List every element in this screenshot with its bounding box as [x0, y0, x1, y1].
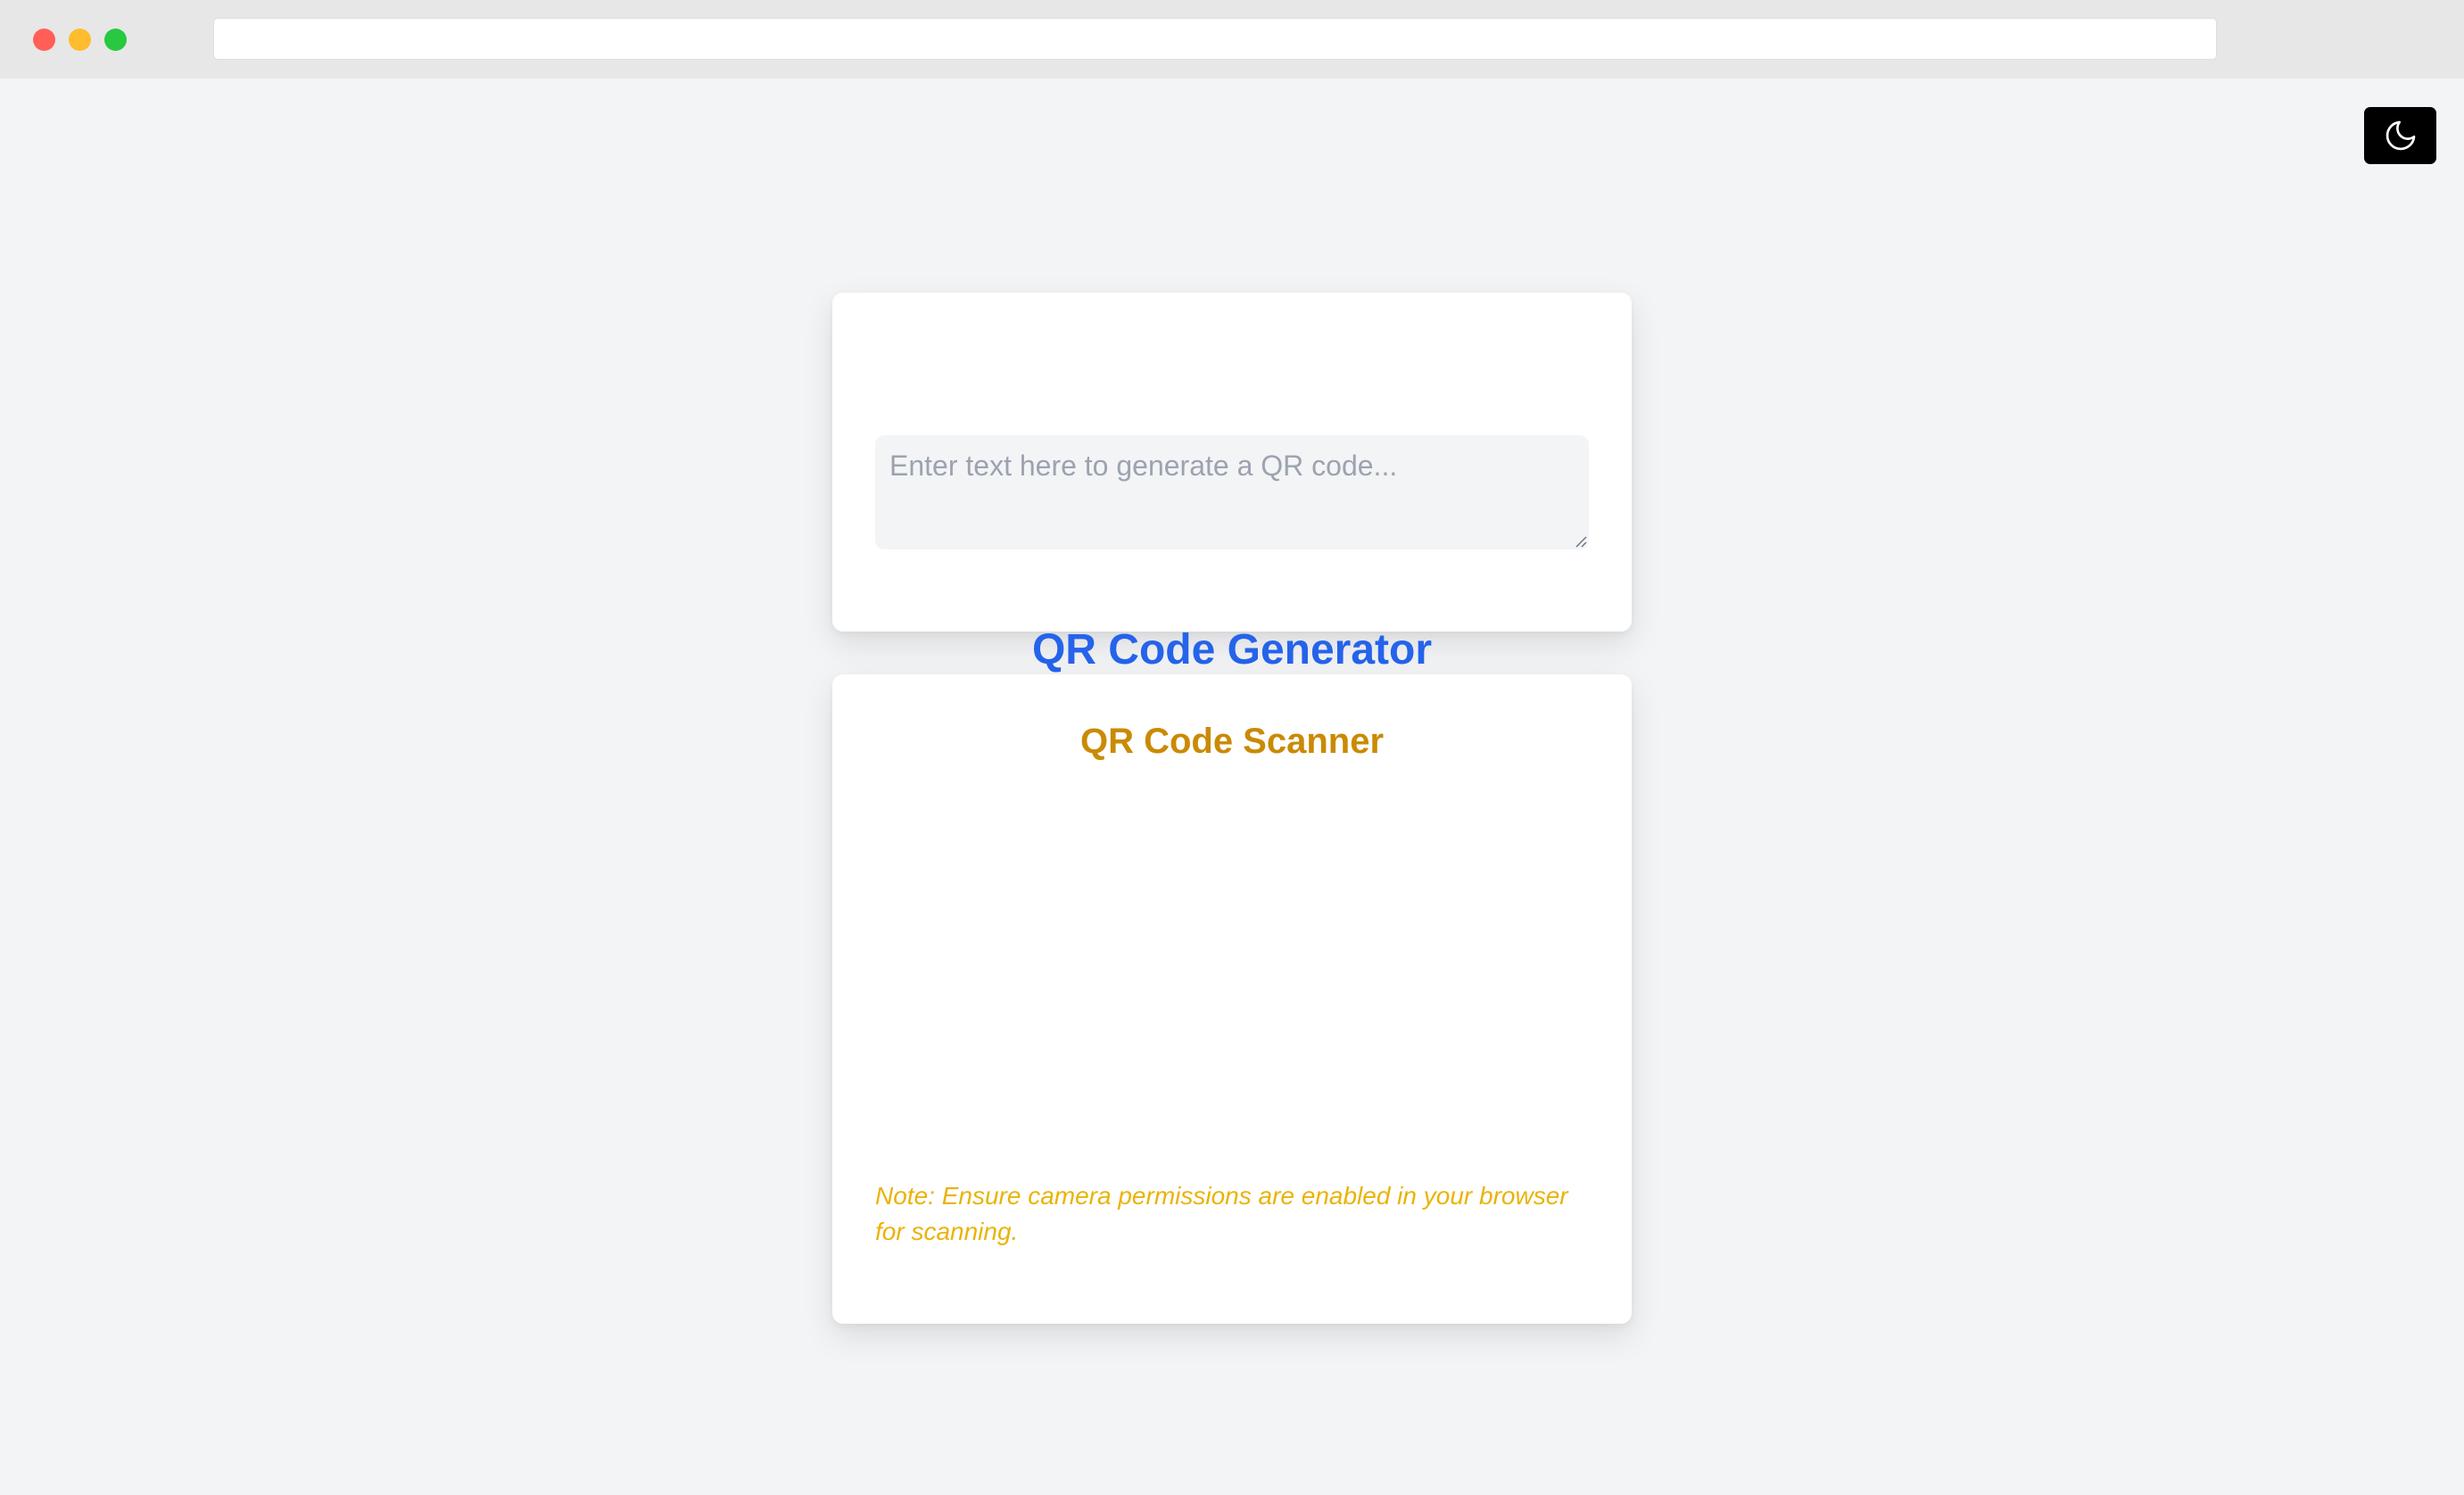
minimize-window-button[interactable] — [69, 29, 91, 51]
moon-icon — [2385, 120, 2415, 151]
camera-preview-area — [875, 781, 1589, 1174]
qr-text-input[interactable] — [875, 435, 1589, 549]
resize-handle-icon[interactable] — [1573, 533, 1587, 548]
zoom-window-button[interactable] — [104, 29, 127, 51]
camera-permission-note: Note: Ensure camera permissions are enab… — [875, 1182, 1568, 1245]
theme-toggle-button[interactable] — [2364, 107, 2436, 164]
generator-title: QR Code Generator — [1031, 626, 1433, 673]
qr-generator-card: QR Code Generator — [832, 293, 1632, 673]
browser-chrome — [0, 0, 2464, 78]
address-bar[interactable] — [213, 18, 2217, 60]
close-window-button[interactable] — [33, 29, 55, 51]
scanner-title: QR Code Scanner — [1079, 722, 1385, 761]
qr-scanner-card: QR Code Scanner Note: Ensure camera perm… — [832, 674, 1632, 1324]
